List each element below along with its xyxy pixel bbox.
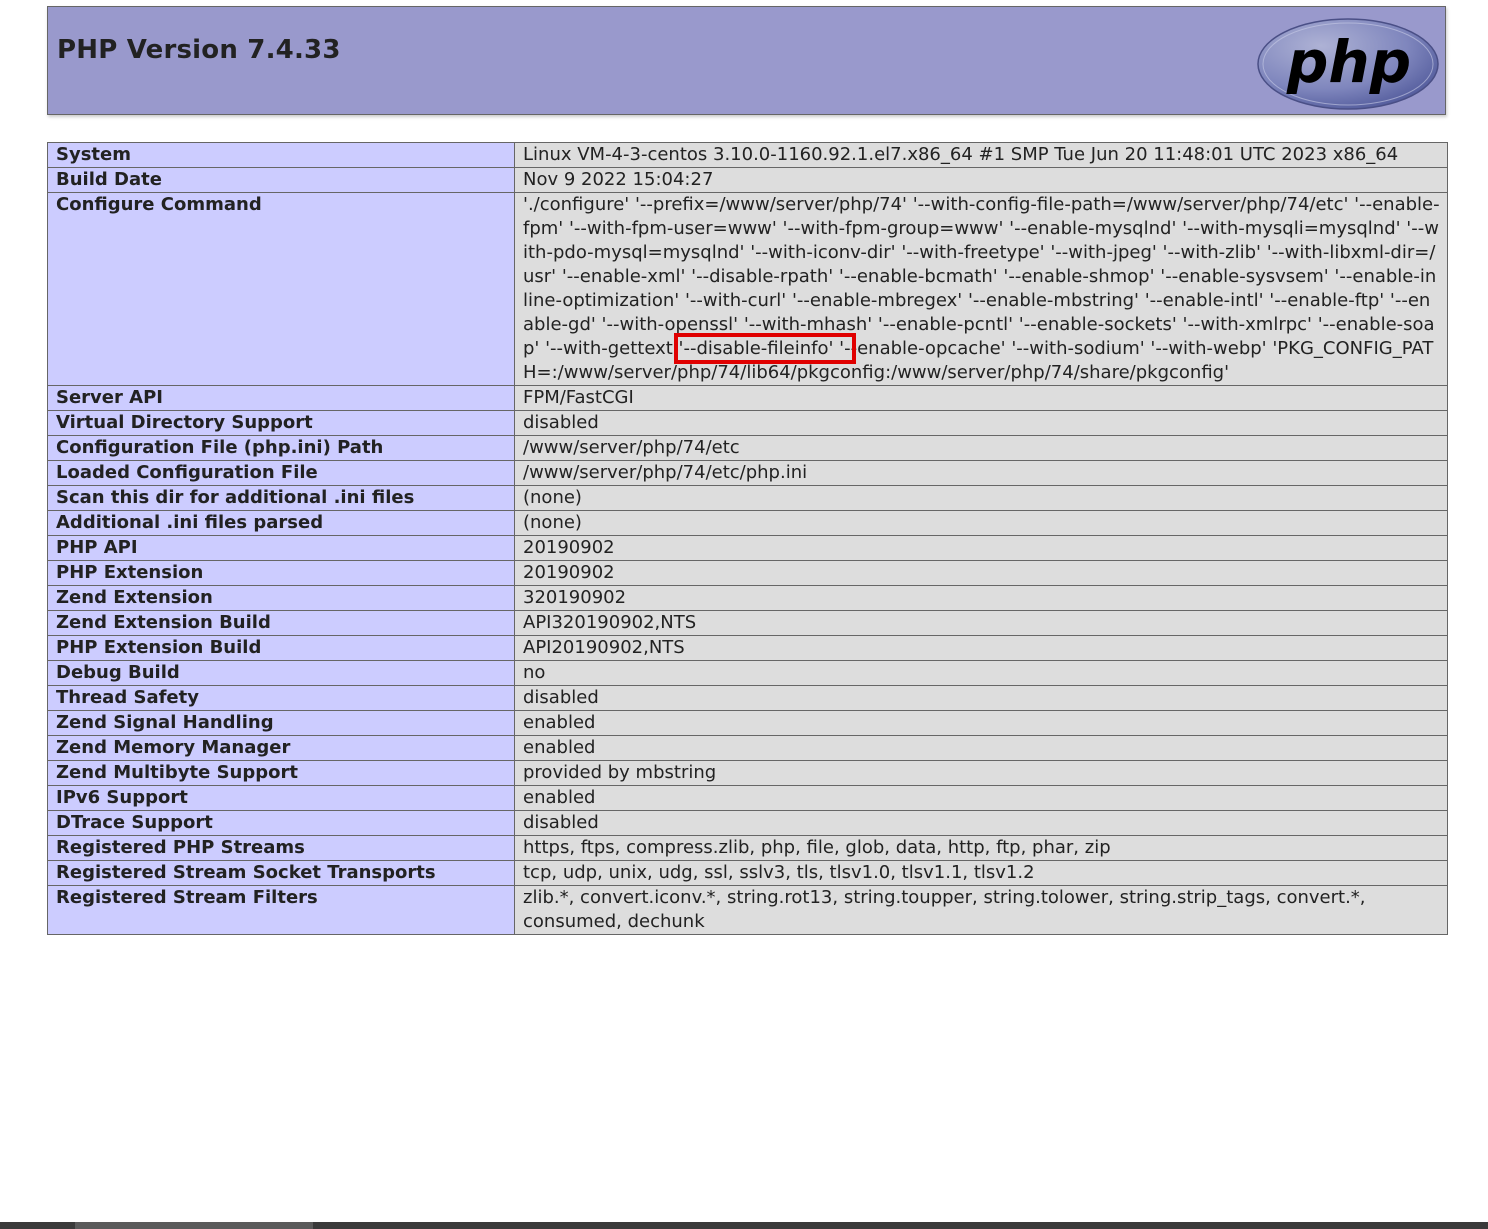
table-row: System Linux VM-4-3-centos 3.10.0-1160.92… (47, 142, 1448, 168)
row-label: Thread Safety (47, 685, 515, 711)
row-label: Registered PHP Streams (47, 835, 515, 861)
highlighted-disable-fileinfo: '--disable-fileinfo' '- (673, 333, 856, 364)
row-value: Nov 9 2022 15:04:27 (514, 167, 1448, 193)
row-value: 20190902 (514, 535, 1448, 561)
row-value: API320190902,NTS (514, 610, 1448, 636)
row-label: Zend Extension (47, 585, 515, 611)
php-info-table: System Linux VM-4-3-centos 3.10.0-1160.92… (47, 142, 1448, 935)
row-label: System (47, 142, 515, 168)
row-label: Configuration File (php.ini) Path (47, 435, 515, 461)
row-value: no (514, 660, 1448, 686)
table-row: Loaded Configuration File/www/server/php… (47, 460, 1448, 486)
row-value: provided by mbstring (514, 760, 1448, 786)
table-row: Configuration File (php.ini) Path/www/se… (47, 435, 1448, 461)
row-label: Zend Signal Handling (47, 710, 515, 736)
row-value: API20190902,NTS (514, 635, 1448, 661)
row-value: tcp, udp, unix, udg, ssl, sslv3, tls, tl… (514, 860, 1448, 886)
horizontal-scrollbar-thumb[interactable] (75, 1222, 313, 1229)
table-row: Registered Stream Socket Transports tcp, … (47, 860, 1448, 886)
php-version-header: PHP Version 7.4.33 php (47, 6, 1446, 115)
row-label: Build Date (47, 167, 515, 193)
row-value: FPM/FastCGI (514, 385, 1448, 411)
row-value: (none) (514, 485, 1448, 511)
configure-text-before: './configure' '--prefix=/www/server/php/… (523, 194, 1440, 359)
table-row: Zend Signal Handling enabled (47, 710, 1448, 736)
php-logo-icon: php (1257, 18, 1439, 110)
row-label: Virtual Directory Support (47, 410, 515, 436)
table-row: Zend Multibyte Support provided by mbstri… (47, 760, 1448, 786)
table-row: Zend Extension 320190902 (47, 585, 1448, 611)
table-row: Zend Memory Manager enabled (47, 735, 1448, 761)
row-value: disabled (514, 685, 1448, 711)
row-label: PHP Extension (47, 560, 515, 586)
row-label: Zend Extension Build (47, 610, 515, 636)
table-row: PHP API 20190902 (47, 535, 1448, 561)
table-row: DTrace Support disabled (47, 810, 1448, 836)
table-row: Scan this dir for additional .ini files(… (47, 485, 1448, 511)
row-label: Debug Build (47, 660, 515, 686)
row-value: disabled (514, 810, 1448, 836)
row-label: PHP API (47, 535, 515, 561)
row-label: Loaded Configuration File (47, 460, 515, 486)
table-row: Build Date Nov 9 2022 15:04:27 (47, 167, 1448, 193)
row-value: https, ftps, compress.zlib, php, file, g… (514, 835, 1448, 861)
table-row: Debug Build no (47, 660, 1448, 686)
table-row: PHP Extension Build API20190902,NTS (47, 635, 1448, 661)
row-value: enabled (514, 735, 1448, 761)
table-row: Additional .ini files parsed (none) (47, 510, 1448, 536)
row-value: enabled (514, 785, 1448, 811)
table-row: Registered Stream Filters zlib.*, convert… (47, 885, 1448, 935)
table-row: Configure Command './configure' '--prefix… (47, 192, 1448, 386)
table-row: Virtual Directory Support disabled (47, 410, 1448, 436)
row-label: PHP Extension Build (47, 635, 515, 661)
row-value: disabled (514, 410, 1448, 436)
table-row: Thread Safety disabled (47, 685, 1448, 711)
row-value: 20190902 (514, 560, 1448, 586)
row-label: Configure Command (47, 192, 515, 386)
row-label: Registered Stream Filters (47, 885, 515, 935)
row-label: Scan this dir for additional .ini files (47, 485, 515, 511)
row-value: Linux VM-4-3-centos 3.10.0-1160.92.1.el7… (514, 142, 1448, 168)
row-value: /www/server/php/74/etc/php.ini (514, 460, 1448, 486)
table-row: Registered PHP Streams https, ftps, compr… (47, 835, 1448, 861)
configure-command-value: './configure' '--prefix=/www/server/php/… (514, 192, 1448, 386)
row-value: /www/server/php/74/etc (514, 435, 1448, 461)
row-label: Zend Memory Manager (47, 735, 515, 761)
row-value: enabled (514, 710, 1448, 736)
row-value: (none) (514, 510, 1448, 536)
row-label: Server API (47, 385, 515, 411)
row-label: Zend Multibyte Support (47, 760, 515, 786)
row-label: Additional .ini files parsed (47, 510, 515, 536)
row-value: zlib.*, convert.iconv.*, string.rot13, s… (514, 885, 1448, 935)
table-row: IPv6 Support enabled (47, 785, 1448, 811)
table-row: Zend Extension Build API320190902,NTS (47, 610, 1448, 636)
table-row: PHP Extension 20190902 (47, 560, 1448, 586)
row-label: Registered Stream Socket Transports (47, 860, 515, 886)
table-row: Server API FPM/FastCGI (47, 385, 1448, 411)
row-label: DTrace Support (47, 810, 515, 836)
row-label: IPv6 Support (47, 785, 515, 811)
page-title: PHP Version 7.4.33 (57, 35, 341, 65)
row-value: 320190902 (514, 585, 1448, 611)
svg-text:php: php (1286, 28, 1411, 96)
